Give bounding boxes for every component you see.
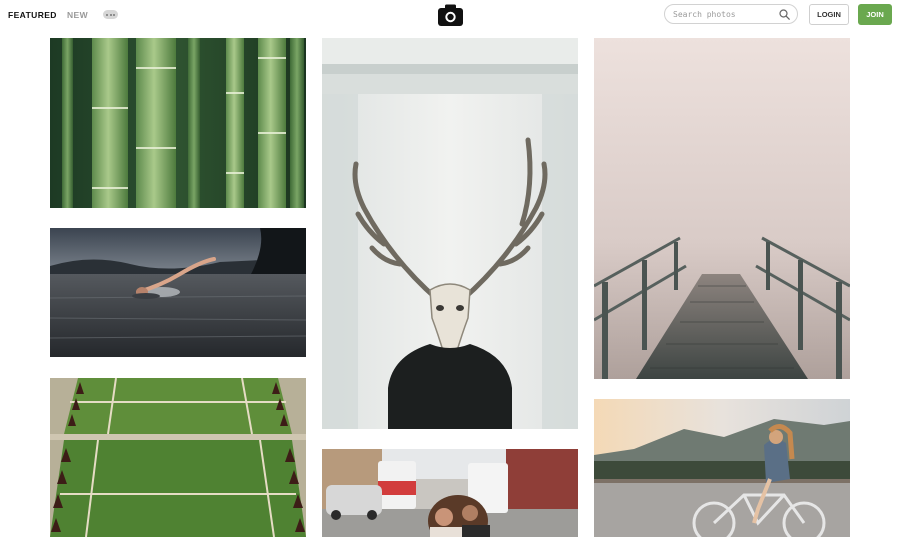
login-button[interactable]: LOGIN	[809, 4, 849, 25]
city-street-image	[322, 449, 578, 537]
photo-swimmer[interactable]	[50, 228, 306, 357]
photo-foggy-bridge[interactable]	[594, 38, 850, 379]
photo-bicycle[interactable]	[594, 399, 850, 537]
bamboo-image	[50, 38, 306, 208]
more-dot-icon	[109, 13, 112, 16]
photo-bamboo[interactable]	[50, 38, 306, 208]
photo-city-street[interactable]	[322, 449, 578, 537]
camera-icon[interactable]	[438, 4, 463, 26]
more-menu-button[interactable]	[103, 10, 118, 19]
more-dot-icon	[106, 13, 108, 16]
top-bar: FEATURED NEW LOGIN JOIN	[0, 0, 900, 32]
search-box	[664, 4, 798, 24]
search-icon[interactable]	[779, 9, 790, 20]
join-button[interactable]: JOIN	[858, 4, 892, 25]
bicycle-image	[594, 399, 850, 537]
swimmer-image	[50, 228, 306, 357]
photo-grass-terraces[interactable]	[50, 378, 306, 537]
nav-featured[interactable]: FEATURED	[8, 10, 57, 20]
deer-skull-image	[322, 38, 578, 429]
foggy-bridge-image	[594, 38, 850, 379]
search-input[interactable]	[673, 7, 773, 21]
more-dot-icon	[113, 13, 115, 16]
nav-new[interactable]: NEW	[67, 10, 88, 20]
grass-terraces-image	[50, 378, 306, 537]
photo-deer-skull[interactable]	[322, 38, 578, 429]
